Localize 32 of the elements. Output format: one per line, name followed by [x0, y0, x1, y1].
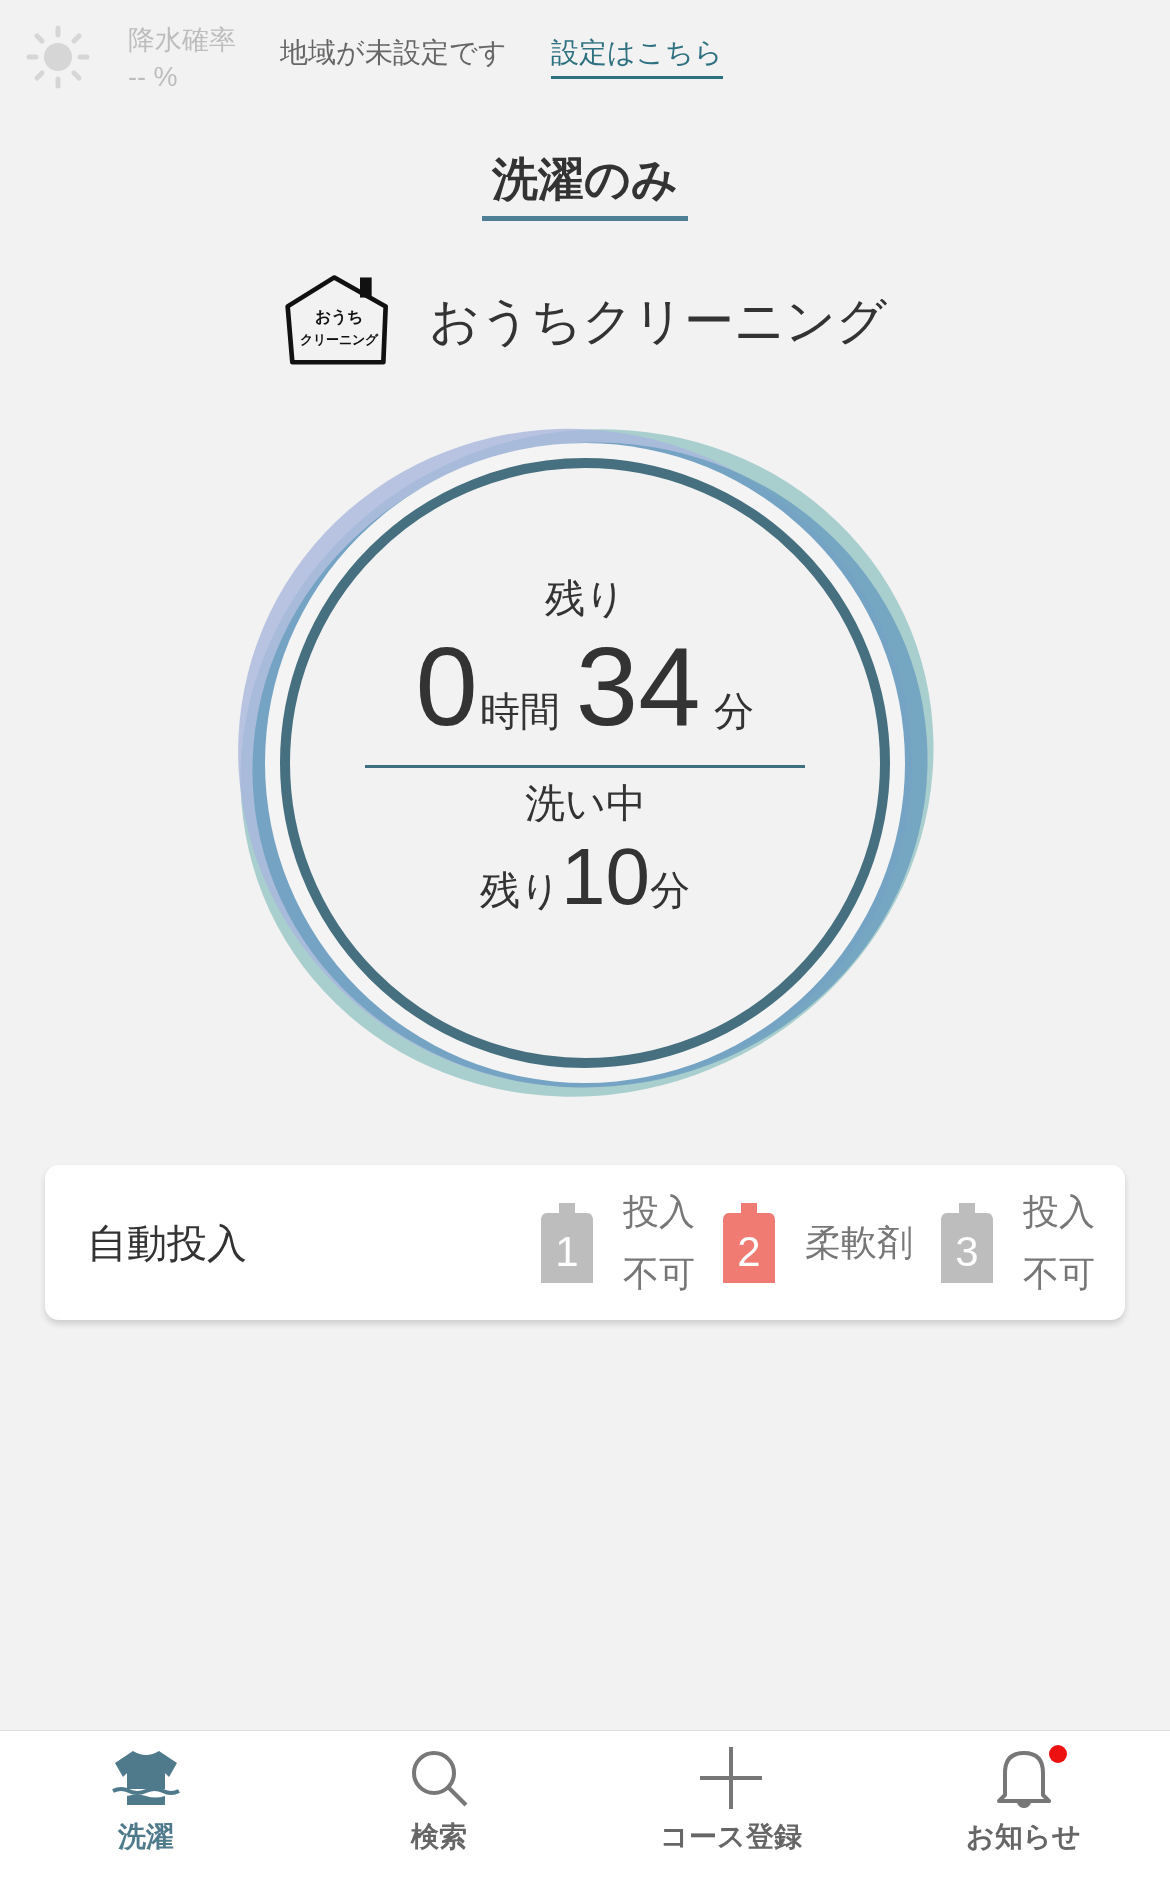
- sun-icon: [26, 25, 90, 89]
- tank-status: 不可: [623, 1251, 695, 1296]
- plus-icon: [700, 1747, 763, 1809]
- nav-tab[interactable]: 検索: [292, 1731, 585, 1881]
- course-name: おうちクリーニング: [429, 291, 887, 351]
- bottle-number: 1: [554, 1228, 580, 1275]
- nav-tab[interactable]: コース登録: [585, 1731, 878, 1881]
- minutes-value: 34: [575, 631, 701, 743]
- remaining-label: 残り: [544, 575, 626, 622]
- tank-status: 不可: [1023, 1251, 1095, 1296]
- hours-unit: 時間: [479, 688, 560, 735]
- phase-remaining-label: 残り: [480, 867, 561, 914]
- minutes-unit: 分: [714, 688, 755, 735]
- logo-text: クリーニング: [299, 333, 380, 346]
- region-message: 地域が未設定です: [280, 36, 507, 70]
- phase-label: 洗い中: [524, 780, 646, 827]
- tank-status: 投入: [623, 1189, 695, 1234]
- phase-minutes-unit: 分: [650, 868, 690, 914]
- nav-tab[interactable]: 洗濯: [0, 1731, 293, 1881]
- bottle-number: 2: [736, 1228, 762, 1275]
- weather-value: -- %: [128, 61, 179, 94]
- settings-link[interactable]: 設定はこちら: [551, 32, 723, 79]
- tank-status: 柔軟剤: [805, 1220, 913, 1265]
- hours-value: 0: [415, 631, 478, 743]
- shirt-icon: [111, 1749, 182, 1807]
- tank-status: 投入: [1023, 1189, 1095, 1234]
- nav-tab[interactable]: お知らせ: [877, 1731, 1170, 1881]
- logo-text: おうち: [314, 309, 364, 325]
- bottle-number: 3: [954, 1228, 980, 1275]
- course-tab[interactable]: 洗濯のみ: [482, 148, 688, 221]
- phase-minutes-value: 10: [561, 832, 650, 922]
- auto-dispense-label: 自動投入: [87, 1219, 248, 1267]
